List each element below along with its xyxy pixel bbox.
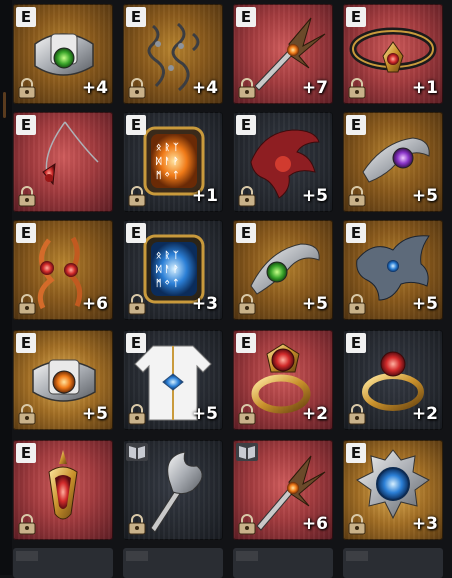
book-icon — [16, 551, 38, 561]
lock-icon[interactable] — [17, 513, 37, 535]
item-slot-wyvern-emblem[interactable]: E +5 — [343, 220, 443, 320]
enhance-level: +5 — [301, 186, 328, 206]
lock-icon[interactable] — [347, 77, 367, 99]
equipped-badge: E — [346, 223, 366, 243]
equipped-badge: E — [16, 223, 36, 243]
item-slot-spiked-dagger-2[interactable]: +6 — [233, 440, 333, 540]
item-slot-silver-gem-bracer[interactable]: E +4 — [13, 4, 113, 104]
equipped-badge: E — [126, 115, 146, 135]
enhance-level: +7 — [301, 78, 328, 98]
equipped-badge: E — [16, 443, 36, 463]
enhance-level: +1 — [411, 78, 438, 98]
equipped-badge: E — [126, 7, 146, 27]
lock-icon[interactable] — [127, 77, 147, 99]
equipped-badge: E — [236, 7, 256, 27]
item-slot-red-wing-emblem[interactable]: E +5 — [233, 112, 333, 212]
item-slot-amber-rune-tablet[interactable]: ᛟ ᚱ ᛉ ᛞ ᚨ ᚹ ᛗ ᛜ ᛏ E +1 — [123, 112, 223, 212]
enhance-level: +3 — [191, 294, 218, 314]
lock-icon[interactable] — [17, 293, 37, 315]
item-slot-partial[interactable] — [233, 548, 333, 578]
item-slot-partial[interactable] — [13, 548, 113, 578]
enhance-level: +4 — [191, 78, 218, 98]
lock-icon[interactable] — [127, 403, 147, 425]
equipped-badge: E — [346, 7, 366, 27]
item-slot-silver-scepter[interactable] — [123, 440, 223, 540]
item-slot-partial[interactable] — [343, 548, 443, 578]
item-slot-spiked-dagger[interactable]: E +7 — [233, 4, 333, 104]
lock-icon[interactable] — [237, 513, 257, 535]
item-slot-ruby-ring[interactable]: E +2 — [233, 330, 333, 430]
lock-icon[interactable] — [237, 403, 257, 425]
item-slot-white-robe[interactable]: E +5 — [123, 330, 223, 430]
item-slot-partial[interactable] — [123, 548, 223, 578]
enhance-level: +6 — [81, 294, 108, 314]
enhance-level: +4 — [81, 78, 108, 98]
svg-text:ᛗ ᛜ ᛏ: ᛗ ᛜ ᛏ — [156, 278, 178, 289]
equipped-badge: E — [126, 223, 146, 243]
item-slot-red-choker[interactable]: E +1 — [343, 4, 443, 104]
book-icon — [346, 551, 368, 561]
enhance-level: +5 — [411, 294, 438, 314]
enhance-level: +1 — [191, 186, 218, 206]
equipped-badge: E — [16, 115, 36, 135]
enhance-level: +3 — [411, 514, 438, 534]
enhance-level: +5 — [81, 404, 108, 424]
equipped-badge: E — [126, 333, 146, 353]
book-icon — [126, 551, 148, 561]
svg-text:ᛟ ᚱ ᛉ: ᛟ ᚱ ᛉ — [156, 142, 179, 153]
lock-icon[interactable] — [237, 293, 257, 315]
item-slot-flame-earrings[interactable]: E +6 — [13, 220, 113, 320]
svg-text:ᛞ ᚨ ᚹ: ᛞ ᚨ ᚹ — [156, 264, 178, 275]
item-slot-garnet-ring[interactable]: E +2 — [343, 330, 443, 430]
equipped-badge: E — [236, 333, 256, 353]
equipped-badge: E — [346, 115, 366, 135]
enhance-level: +2 — [301, 404, 328, 424]
item-slot-crimson-necklace[interactable]: E — [13, 112, 113, 212]
lock-icon[interactable] — [127, 293, 147, 315]
equipped-badge: E — [346, 443, 366, 463]
lock-icon[interactable] — [127, 185, 147, 207]
book-icon — [236, 443, 258, 461]
inventory-grid: E +4 E +4 E +7 E +1 E ᛟ ᚱ ᛉ ᛞ ᚨ ᚹ ᛗ ᛜ ᛏ E +1 E +5 E +5 E +6… — [13, 4, 449, 575]
lock-icon[interactable] — [347, 513, 367, 535]
svg-text:ᛗ ᛜ ᛏ: ᛗ ᛜ ᛏ — [156, 170, 178, 181]
lock-icon[interactable] — [17, 185, 37, 207]
equipped-badge: E — [16, 7, 36, 27]
side-rail — [0, 0, 12, 575]
item-slot-blue-rune-tablet[interactable]: ᛟ ᚱ ᛉ ᛞ ᚨ ᚹ ᛗ ᛜ ᛏ E +3 — [123, 220, 223, 320]
item-slot-purple-gem-brooch[interactable]: E +5 — [343, 112, 443, 212]
item-slot-orange-gem-bracer[interactable]: E +5 — [13, 330, 113, 430]
lock-icon[interactable] — [237, 77, 257, 99]
enhance-level: +5 — [191, 404, 218, 424]
enhance-level: +5 — [411, 186, 438, 206]
lock-icon[interactable] — [347, 185, 367, 207]
lock-icon[interactable] — [347, 293, 367, 315]
lock-icon[interactable] — [237, 185, 257, 207]
book-icon — [236, 551, 258, 561]
lock-icon[interactable] — [127, 513, 147, 535]
item-slot-green-gem-brooch[interactable]: E +5 — [233, 220, 333, 320]
side-rail-indicator — [3, 92, 6, 118]
equipped-badge: E — [346, 333, 366, 353]
lock-icon[interactable] — [17, 77, 37, 99]
item-slot-sapphire-amulet[interactable]: E +3 — [343, 440, 443, 540]
equipped-badge: E — [236, 223, 256, 243]
equipped-badge: E — [236, 115, 256, 135]
lock-icon[interactable] — [347, 403, 367, 425]
enhance-level: +2 — [411, 404, 438, 424]
svg-text:ᛞ ᚨ ᚹ: ᛞ ᚨ ᚹ — [156, 156, 178, 167]
lock-icon[interactable] — [17, 403, 37, 425]
svg-text:ᛟ ᚱ ᛉ: ᛟ ᚱ ᛉ — [156, 250, 179, 261]
enhance-level: +6 — [301, 514, 328, 534]
item-slot-ruby-pendant[interactable]: E — [13, 440, 113, 540]
item-slot-dark-filigree-earrings[interactable]: E +4 — [123, 4, 223, 104]
enhance-level: +5 — [301, 294, 328, 314]
book-icon — [126, 443, 148, 461]
equipped-badge: E — [16, 333, 36, 353]
